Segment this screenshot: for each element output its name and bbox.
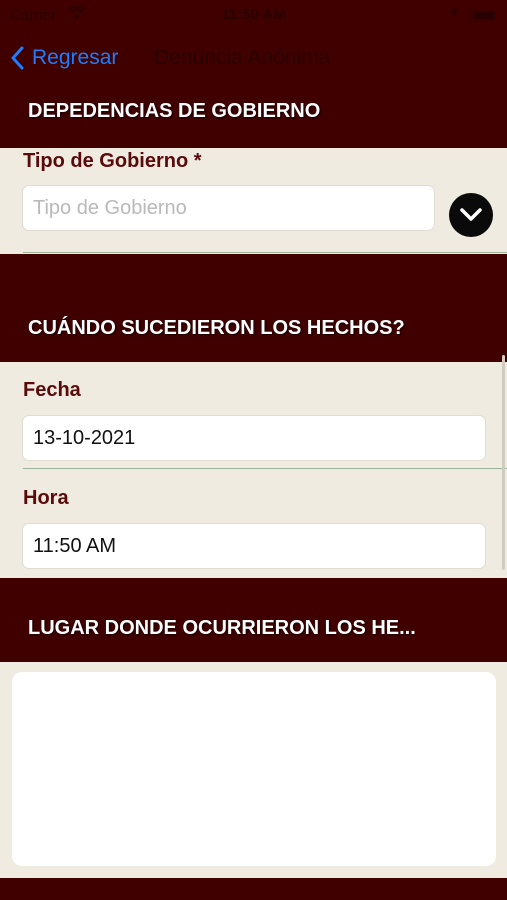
location-textarea[interactable] [12, 672, 496, 866]
section-title-when: CUÁNDO SUCEDIERON LOS HECHOS? [28, 317, 405, 339]
section-title-where: LUGAR DONDE OCURRIERON LOS HE... [28, 617, 416, 639]
government-dropdown-button[interactable] [449, 193, 493, 237]
government-panel: Tipo de Gobierno * Tipo de Gobierno [0, 148, 507, 254]
location-arrow-icon [447, 6, 459, 24]
divider [23, 468, 507, 469]
government-type-field[interactable]: Tipo de Gobierno [23, 186, 434, 230]
scroll-indicator[interactable] [502, 355, 505, 570]
chevron-down-icon [460, 208, 482, 221]
section-header-government: DEPEDENCIAS DE GOBIERNO [0, 84, 507, 148]
page-title: Denuncia Anónima [154, 46, 331, 69]
divider [23, 252, 507, 253]
section-title-government: DEPEDENCIAS DE GOBIERNO [28, 100, 321, 122]
section-header-when: CUÁNDO SUCEDIERON LOS HECHOS? [0, 254, 507, 362]
when-panel: Fecha 13-10-2021 Hora 11:50 AM [0, 362, 507, 578]
time-label: Hora [23, 487, 69, 509]
back-button-label: Regresar [32, 46, 119, 69]
battery-icon [471, 9, 495, 22]
chevron-left-icon [11, 46, 24, 70]
date-field[interactable]: 13-10-2021 [23, 416, 485, 460]
back-button[interactable]: Regresar [10, 42, 118, 74]
government-type-label: Tipo de Gobierno * [23, 150, 202, 172]
date-label: Fecha [23, 379, 81, 401]
section-header-where: LUGAR DONDE OCURRIERON LOS HE... [0, 578, 507, 662]
status-bar: Carrier 11:50 AM [0, 0, 507, 32]
navigation-bar: Regresar Denuncia Anónima [0, 32, 507, 84]
status-time: 11:50 AM [221, 6, 286, 23]
time-field[interactable]: 11:50 AM [23, 524, 485, 568]
